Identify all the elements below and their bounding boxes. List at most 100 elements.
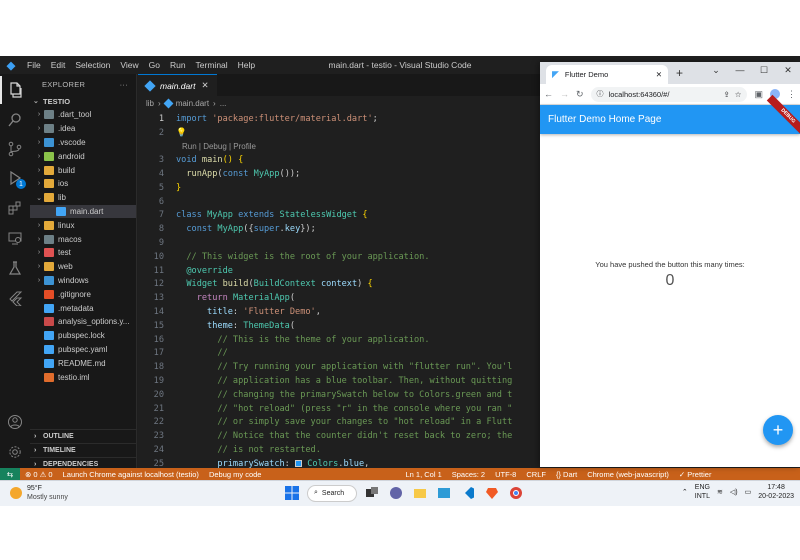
menu-run[interactable]: Run [165,60,191,70]
tree-item[interactable]: › .idea [30,122,136,136]
weather-widget[interactable]: 95°F Mostly sunny [10,484,68,502]
file-explorer-icon[interactable] [411,484,429,502]
code-line[interactable]: 4 runApp(const MyApp()); [138,167,540,181]
code-line[interactable]: 2 💡 [138,126,540,140]
windows-start-icon[interactable] [283,484,301,502]
code-line[interactable]: 7 class MyApp extends StatelessWidget { [138,209,540,223]
extensions-icon[interactable] [0,194,30,222]
code-line[interactable]: 3 void main() { [138,153,540,167]
code-line[interactable]: 25 primarySwatch: Colors.blue, [138,457,540,468]
code-line[interactable]: 21 // "hot reload" (press "r" in the con… [138,402,540,416]
volume-icon[interactable]: ◁) [730,488,738,496]
chrome-taskbar-icon[interactable] [507,484,525,502]
problems-indicator[interactable]: ⊗ 0 ⚠ 0 [20,470,58,479]
line-ending[interactable]: CRLF [521,470,551,479]
maximize-button[interactable]: ☐ [752,62,776,82]
code-line[interactable]: 20 // changing the primarySwatch below t… [138,388,540,402]
close-tab-icon[interactable]: ✕ [201,80,208,91]
language-mode[interactable]: {} Dart [551,470,582,479]
codelens-run-debug[interactable]: Run | Debug | Profile [138,140,540,154]
encoding[interactable]: UTF-8 [490,470,521,479]
clock[interactable]: 17:48 20-02-2023 [758,483,794,501]
tree-item[interactable]: testio.iml [30,370,136,384]
launch-config[interactable]: Launch Chrome against localhost (testio) [58,470,204,479]
code-line[interactable]: 17 // [138,347,540,361]
task-view-icon[interactable] [363,484,381,502]
code-line[interactable]: 11 @override [138,264,540,278]
search-icon[interactable] [0,106,30,134]
site-info-icon[interactable]: ⓘ [597,89,604,99]
code-line[interactable]: 10 // This widget is the root of your ap… [138,250,540,264]
code-line[interactable]: 6 [138,195,540,209]
reload-icon[interactable]: ↻ [576,89,584,100]
language-indicator[interactable]: ENG INTL [695,483,710,501]
share-icon[interactable]: ⇪ [723,90,729,99]
tree-item[interactable]: .metadata [30,301,136,315]
tree-item[interactable]: › .vscode [30,136,136,150]
code-line[interactable]: 13 return MaterialApp( [138,291,540,305]
timeline-section[interactable]: › TIMELINE [30,443,137,457]
indentation[interactable]: Spaces: 2 [447,470,490,479]
prettier-status[interactable]: ✓ Prettier [674,470,717,479]
tree-item[interactable]: › macos [30,232,136,246]
code-line[interactable]: 19 // application has a blue toolbar. Th… [138,374,540,388]
code-line[interactable]: 9 [138,236,540,250]
code-line[interactable]: 18 // Try running your application with … [138,360,540,374]
code-line[interactable]: 12 Widget build(BuildContext context) { [138,278,540,292]
tree-item[interactable]: › windows [30,274,136,288]
tree-item[interactable]: › android [30,149,136,163]
taskbar-search[interactable]: ⌕ Search [307,484,357,502]
account-icon[interactable] [0,408,30,436]
device-selector[interactable]: Chrome (web-javascript) [582,470,674,479]
more-menu-icon[interactable]: ⋮ [787,89,796,100]
teams-chat-icon[interactable] [387,484,405,502]
tree-item[interactable]: › build [30,163,136,177]
photos-icon[interactable] [435,484,453,502]
settings-gear-icon[interactable] [0,438,30,466]
code-line[interactable]: 5} [138,181,540,195]
menu-go[interactable]: Go [144,60,165,70]
new-tab-button[interactable]: + [676,66,683,80]
remote-indicator-icon[interactable]: ⇆ [0,468,20,480]
menu-file[interactable]: File [22,60,46,70]
tree-item[interactable]: pubspec.yaml [30,343,136,357]
minimize-button[interactable]: — [728,62,752,82]
tree-item[interactable]: README.md [30,356,136,370]
code-line[interactable]: 24 // is not restarted. [138,443,540,457]
tree-item[interactable]: main.dart [30,204,136,219]
code-line[interactable]: 15 theme: ThemeData( [138,319,540,333]
tree-item[interactable]: ⌄ lib [30,191,136,205]
code-line[interactable]: 23 // Notice that the counter didn't res… [138,429,540,443]
code-line[interactable]: 22 // or simply save your changes to "ho… [138,416,540,430]
tree-item[interactable]: › linux [30,218,136,232]
tree-item[interactable]: .gitignore [30,287,136,301]
vscode-taskbar-icon[interactable] [459,484,477,502]
bookmark-star-icon[interactable]: ☆ [735,90,742,99]
code-area[interactable]: 1 import 'package:flutter/material.dart';… [138,112,540,468]
workspace-root[interactable]: ⌄ TESTIO [30,94,136,108]
testing-icon[interactable] [0,254,30,282]
wifi-icon[interactable]: ≋ [717,488,723,496]
explorer-more-icon[interactable]: ··· [120,80,128,89]
tree-item[interactable]: pubspec.lock [30,329,136,343]
tree-item[interactable]: › web [30,260,136,274]
close-window-button[interactable]: ✕ [776,62,800,82]
breadcrumb-folder[interactable]: lib [146,99,154,108]
menu-selection[interactable]: Selection [70,60,115,70]
menu-terminal[interactable]: Terminal [191,60,233,70]
explorer-icon[interactable] [0,76,30,104]
brave-browser-icon[interactable] [483,484,501,502]
tab-search-icon[interactable]: ⌄ [704,62,728,82]
tab-main-dart[interactable]: main.dart ✕ [138,74,217,96]
menu-view[interactable]: View [115,60,143,70]
tray-overflow-icon[interactable]: ⌃ [682,488,688,496]
address-bar[interactable]: ⓘ localhost:64360/#/ ⇪ ☆ [590,86,748,102]
chrome-tab-flutter-demo[interactable]: ◤ Flutter Demo ✕ [546,65,668,84]
remote-explorer-icon[interactable] [0,224,30,252]
tree-item[interactable]: › ios [30,177,136,191]
battery-icon[interactable]: ▭ [745,488,752,496]
code-line[interactable]: 8 const MyApp({super.key}); [138,222,540,236]
source-control-icon[interactable] [0,135,30,163]
tree-item[interactable]: › .dart_tool [30,108,136,122]
debug-mode[interactable]: Debug my code [204,470,267,479]
